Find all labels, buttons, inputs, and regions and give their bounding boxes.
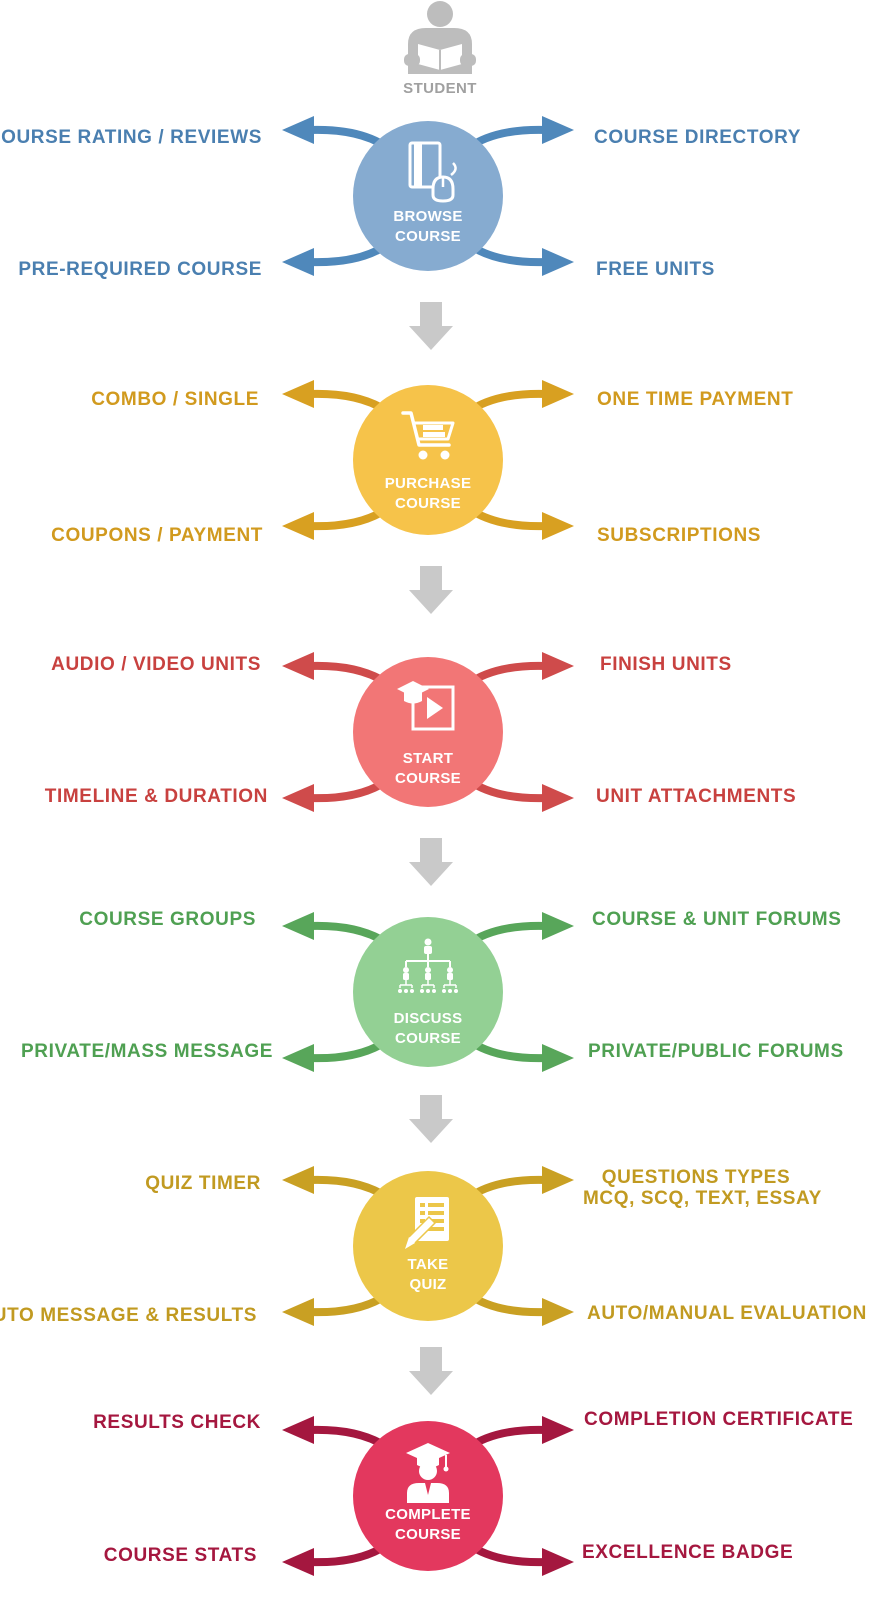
course-directory-label: COURSE DIRECTORY <box>594 127 802 148</box>
one-time-payment-label: ONE TIME PAYMENT <box>597 389 794 410</box>
discuss-bottom-left-arrow-head <box>282 1044 314 1072</box>
question-types-label: QUESTIONS TYPES MCQ, SCQ, TEXT, ESSAY <box>583 1167 822 1209</box>
purchase-line1: PURCHASE <box>384 475 472 492</box>
auto-message-results-label: AUTO MESSAGE & RESULTS <box>0 1305 257 1326</box>
start-bottom-right-arrow-head <box>542 784 574 812</box>
browse-bottom-left-arrow-head <box>282 248 314 276</box>
question-types-line2: MCQ, SCQ, TEXT, ESSAY <box>583 1188 822 1209</box>
discuss-line2: COURSE <box>395 1030 461 1047</box>
org-chart-icon <box>398 938 458 993</box>
complete-line1: COMPLETE <box>385 1506 471 1523</box>
unit-attachments-label: UNIT ATTACHMENTS <box>596 786 797 807</box>
down-arrow-icon <box>409 838 453 886</box>
browse-line2: COURSE <box>395 228 461 245</box>
quiz-paper-pencil-icon <box>403 1197 449 1251</box>
quiz-bottom-left-arrow-head <box>282 1298 314 1326</box>
private-mass-message-label: PRIVATE/MASS MESSAGE <box>21 1041 273 1062</box>
learning-flow-diagram: STUDENT BROWSE COURSE COURSE RATING / RE… <box>0 0 889 1609</box>
down-arrow-icon <box>409 1095 453 1143</box>
complete-bottom-right-arrow-head <box>542 1548 574 1576</box>
start-top-left-arrow-head <box>282 652 314 680</box>
shopping-cart-icon <box>401 411 455 460</box>
purchase-top-left-arrow-head <box>282 380 314 408</box>
complete-bottom-left-arrow-head <box>282 1548 314 1576</box>
quiz-top-left-arrow-head <box>282 1166 314 1194</box>
audio-video-units-label: AUDIO / VIDEO UNITS <box>51 654 261 675</box>
discuss-top-left-arrow-head <box>282 912 314 940</box>
coupons-payment-label: COUPONS / PAYMENT <box>51 525 263 546</box>
start-line1: START <box>402 750 454 767</box>
purchase-course-node: PURCHASE COURSE <box>353 385 503 535</box>
browse-top-left-arrow-head <box>282 116 314 144</box>
quiz-top-right-arrow-head <box>542 1166 574 1194</box>
quiz-line2: QUIZ <box>409 1276 447 1293</box>
start-top-right-arrow-head <box>542 652 574 680</box>
video-play-icon <box>397 681 455 731</box>
purchase-top-right-arrow-head <box>542 380 574 408</box>
complete-course-title: COMPLETE COURSE <box>353 1505 503 1545</box>
auto-manual-evaluation-label: AUTO/MANUAL EVALUATION <box>587 1303 867 1324</box>
complete-top-right-arrow-head <box>542 1416 574 1444</box>
down-arrow-icon <box>409 302 453 350</box>
results-check-label: RESULTS CHECK <box>93 1412 261 1433</box>
private-public-forums-label: PRIVATE/PUBLIC FORUMS <box>588 1041 844 1062</box>
free-units-label: FREE UNITS <box>596 259 715 280</box>
pre-required-course-label: PRE-REQUIRED COURSE <box>18 259 262 280</box>
complete-top-left-arrow-head <box>282 1416 314 1444</box>
subscriptions-label: SUBSCRIPTIONS <box>597 525 762 546</box>
question-types-line1: QUESTIONS TYPES <box>601 1167 791 1188</box>
down-arrow-icon <box>409 566 453 614</box>
take-quiz-node: TAKE QUIZ <box>353 1171 503 1321</box>
finish-units-label: FINISH UNITS <box>600 654 732 675</box>
start-line2: COURSE <box>395 770 461 787</box>
browse-line1: BROWSE <box>393 208 463 225</box>
course-unit-forums-label: COURSE & UNIT FORUMS <box>592 909 842 930</box>
start-bottom-left-arrow-head <box>282 784 314 812</box>
complete-course-node: COMPLETE COURSE <box>353 1421 503 1571</box>
down-arrow-icon <box>409 1347 453 1395</box>
take-quiz-title: TAKE QUIZ <box>353 1255 503 1295</box>
browse-top-right-arrow-head <box>542 116 574 144</box>
student-reading-icon <box>404 1 476 74</box>
start-course-title: START COURSE <box>353 749 503 789</box>
purchase-bottom-left-arrow-head <box>282 512 314 540</box>
browse-course-title: BROWSE COURSE <box>353 207 503 247</box>
complete-line2: COURSE <box>395 1526 461 1543</box>
course-stats-label: COURSE STATS <box>103 1545 257 1566</box>
discuss-top-right-arrow-head <box>542 912 574 940</box>
discuss-course-title: DISCUSS COURSE <box>353 1009 503 1049</box>
browse-course-node: BROWSE COURSE <box>353 121 503 271</box>
graduate-icon <box>406 1443 450 1503</box>
start-course-node: START COURSE <box>353 657 503 807</box>
completion-certificate-label: COMPLETION CERTIFICATE <box>584 1409 854 1430</box>
timeline-duration-label: TIMELINE & DURATION <box>44 786 268 807</box>
purchase-bottom-right-arrow-head <box>542 512 574 540</box>
excellence-badge-label: EXCELLENCE BADGE <box>582 1542 794 1563</box>
student-label: STUDENT <box>403 80 477 97</box>
quiz-bottom-right-arrow-head <box>542 1298 574 1326</box>
discuss-bottom-right-arrow-head <box>542 1044 574 1072</box>
purchase-course-title: PURCHASE COURSE <box>353 474 503 514</box>
discuss-line1: DISCUSS <box>393 1010 463 1027</box>
combo-single-label: COMBO / SINGLE <box>91 389 259 410</box>
book-mouse-icon <box>408 141 457 203</box>
quiz-timer-label: QUIZ TIMER <box>145 1173 261 1194</box>
purchase-line2: COURSE <box>395 495 461 512</box>
course-rating-reviews-label: COURSE RATING / REVIEWS <box>0 127 262 148</box>
browse-bottom-right-arrow-head <box>542 248 574 276</box>
quiz-line1: TAKE <box>407 1256 449 1273</box>
discuss-course-node: DISCUSS COURSE <box>353 917 503 1067</box>
course-groups-label: COURSE GROUPS <box>79 909 256 930</box>
